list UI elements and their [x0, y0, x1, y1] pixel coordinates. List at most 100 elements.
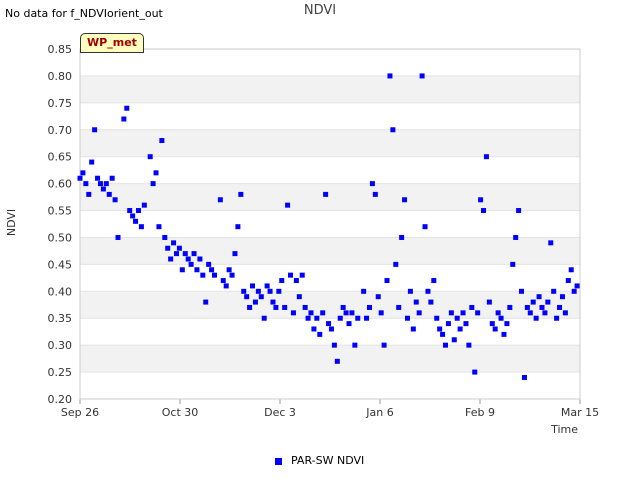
y-tick-label: 0.30 [48, 339, 73, 352]
data-point [369, 181, 375, 187]
data-point [571, 288, 577, 294]
data-point [153, 170, 159, 176]
data-point [551, 288, 557, 294]
data-point [86, 191, 92, 197]
data-point [229, 272, 235, 278]
data-point [440, 331, 446, 337]
data-point [387, 73, 393, 79]
data-point [337, 315, 343, 321]
data-point [100, 186, 106, 192]
data-point [343, 310, 349, 316]
grid-band [80, 183, 580, 211]
data-point [469, 304, 475, 310]
data-point [483, 154, 489, 160]
data-point [314, 315, 320, 321]
data-point [340, 304, 346, 310]
data-point [346, 321, 352, 327]
data-point [150, 181, 156, 187]
data-point [565, 278, 571, 284]
y-tick-label: 0.45 [48, 258, 73, 271]
legend: PAR-SW NDVI [275, 454, 364, 467]
data-point [320, 310, 326, 316]
data-point [393, 261, 399, 267]
data-point [141, 202, 147, 208]
data-point [402, 197, 408, 203]
y-tick-label: 0.35 [48, 312, 73, 325]
data-point [217, 197, 223, 203]
data-point [147, 154, 153, 160]
chart-title: NDVI [303, 3, 337, 18]
data-point [162, 234, 168, 240]
x-axis-ticks: Sep 26 Oct 30 Dec 3 Jan 6 Feb 9 Mar 15 [61, 399, 599, 419]
data-point [326, 321, 332, 327]
data-point [527, 310, 533, 316]
data-point [127, 208, 133, 214]
data-point [366, 304, 372, 310]
data-point [130, 213, 136, 219]
data-point [349, 310, 355, 316]
data-point [255, 288, 261, 294]
y-tick-label: 0.70 [48, 124, 73, 137]
data-point [124, 105, 130, 111]
data-point [355, 315, 361, 321]
data-point [77, 175, 83, 181]
data-point [109, 175, 115, 181]
grid-band [80, 210, 580, 238]
data-point [311, 326, 317, 332]
data-point [448, 310, 454, 316]
data-point [568, 267, 574, 273]
data-point [308, 310, 314, 316]
data-point [413, 299, 419, 305]
site-tag: WP_met [80, 33, 144, 53]
data-point [460, 310, 466, 316]
data-point [95, 175, 101, 181]
data-point [244, 294, 250, 300]
data-point [250, 283, 256, 289]
data-point [442, 342, 448, 348]
data-point [258, 294, 264, 300]
data-point [437, 326, 443, 332]
grid-band [80, 237, 580, 265]
data-point [112, 197, 118, 203]
data-point [194, 267, 200, 273]
data-point [536, 294, 542, 300]
data-point [352, 342, 358, 348]
data-point [425, 288, 431, 294]
data-point [288, 272, 294, 278]
data-point [212, 272, 218, 278]
data-point [489, 321, 495, 327]
x-tick-label: Sep 26 [61, 406, 99, 419]
data-point [498, 315, 504, 321]
data-point [559, 294, 565, 300]
y-tick-label: 0.25 [48, 366, 73, 379]
legend-label: PAR-SW NDVI [291, 454, 365, 467]
data-point [331, 342, 337, 348]
data-point [404, 315, 410, 321]
data-point [83, 181, 89, 187]
data-point [524, 304, 530, 310]
data-point [223, 283, 229, 289]
data-point [282, 304, 288, 310]
ndvi-chart: 0.20 0.25 0.30 0.35 0.40 0.45 0.50 0.55 0.60 0.65… [48, 43, 600, 419]
x-tick-label: Oct 30 [162, 406, 199, 419]
data-point [434, 315, 440, 321]
data-point [302, 304, 308, 310]
data-point [89, 159, 95, 165]
x-axis-label: Time [551, 423, 578, 436]
data-point [451, 337, 457, 343]
data-point [206, 261, 212, 267]
data-point [80, 170, 86, 176]
data-point [454, 315, 460, 321]
data-point [407, 288, 413, 294]
data-point [188, 261, 194, 267]
data-point [290, 310, 296, 316]
data-point [475, 310, 481, 316]
plot-background-bands [80, 49, 580, 399]
data-point [103, 181, 109, 187]
data-point [121, 116, 127, 122]
data-point [203, 299, 209, 305]
y-tick-label: 0.55 [48, 205, 73, 218]
data-point [554, 315, 560, 321]
data-point [185, 256, 191, 262]
data-point [504, 321, 510, 327]
